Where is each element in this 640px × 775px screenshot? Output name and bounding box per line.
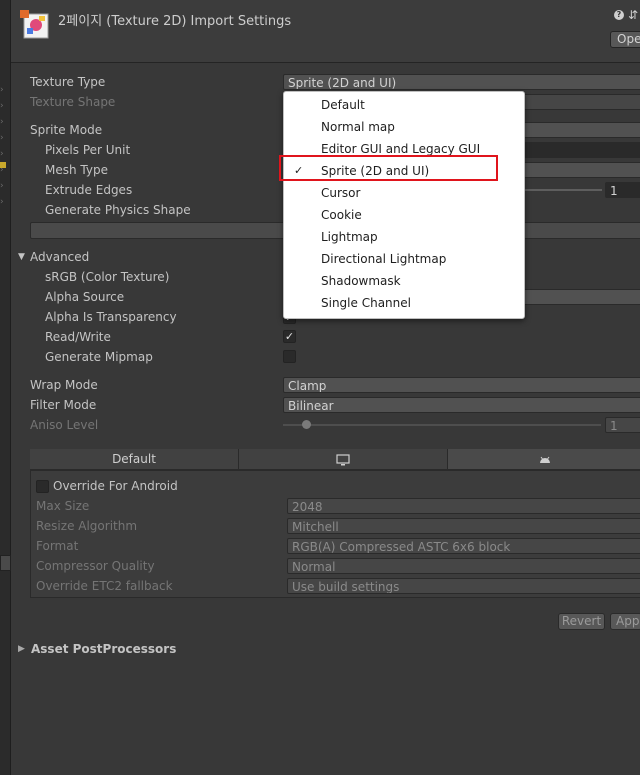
texture-type-label: Texture Type — [30, 75, 106, 89]
alpha-source-label: Alpha Source — [45, 290, 125, 304]
hierarchy-arrows: › › › › › › › › — [0, 85, 4, 207]
advanced-foldout-label[interactable]: Advanced — [30, 250, 89, 264]
override-for-android-checkbox[interactable] — [36, 480, 49, 493]
texture-shape-label: Texture Shape — [30, 95, 116, 109]
scrollbar-thumb[interactable] — [0, 555, 11, 571]
filter-mode-dropdown[interactable]: Bilinear — [283, 397, 640, 413]
texture-type-value: Sprite (2D and UI) — [288, 76, 397, 90]
max-size-label: Max Size — [36, 499, 90, 513]
aniso-level-slider-handle — [302, 420, 311, 429]
read-write-checkbox[interactable]: ✓ — [283, 330, 296, 343]
override-for-android-label: Override For Android — [53, 479, 178, 493]
compressor-quality-value: Normal — [292, 560, 336, 574]
generate-mipmap-label: Generate Mipmap — [45, 350, 153, 364]
menu-item-shadowmask[interactable]: Shadowmask — [321, 274, 401, 288]
resize-algorithm-value: Mitchell — [292, 520, 339, 534]
aniso-level-input: 1 — [605, 417, 640, 433]
read-write-label: Read/Write — [45, 330, 111, 344]
format-label: Format — [36, 539, 79, 553]
open-button-label: Ope — [617, 32, 640, 46]
tab-android[interactable] — [448, 449, 640, 469]
platform-tabs: Default — [30, 449, 640, 470]
max-size-value: 2048 — [292, 500, 323, 514]
advanced-foldout-arrow-icon[interactable]: ▼ — [18, 252, 25, 262]
aniso-level-slider-track — [283, 424, 601, 426]
android-platform-settings: Override For Android Max Size 2048 Resiz… — [30, 470, 640, 598]
aniso-level-label: Aniso Level — [30, 418, 99, 432]
mesh-type-label: Mesh Type — [45, 163, 108, 177]
filter-mode-label: Filter Mode — [30, 398, 97, 412]
format-dropdown: RGB(A) Compressed ASTC 6x6 block — [287, 538, 640, 554]
menu-item-cursor[interactable]: Cursor — [321, 186, 360, 200]
menu-item-normal-map[interactable]: Normal map — [321, 120, 395, 134]
compressor-quality-dropdown: Normal — [287, 558, 640, 574]
override-etc2-dropdown: Use build settings — [287, 578, 640, 594]
texture-type-dropdown-menu: Default Normal map Editor GUI and Legacy… — [283, 91, 525, 319]
tab-default[interactable]: Default — [30, 449, 239, 469]
resize-algorithm-label: Resize Algorithm — [36, 519, 138, 533]
filter-mode-value: Bilinear — [288, 399, 334, 413]
folder-icon — [0, 162, 6, 168]
selection-highlight-box — [279, 155, 498, 181]
left-dock-strip: › › › › › › › › — [0, 0, 11, 775]
resize-algorithm-dropdown: Mitchell — [287, 518, 640, 534]
menu-item-default[interactable]: Default — [321, 98, 365, 112]
asset-postprocessors-arrow-icon[interactable]: ▶ — [18, 644, 25, 654]
revert-button[interactable]: Revert — [558, 613, 605, 630]
generate-physics-shape-label: Generate Physics Shape — [45, 203, 191, 217]
override-etc2-value: Use build settings — [292, 580, 400, 594]
generate-mipmap-checkbox[interactable] — [283, 350, 296, 363]
pixels-per-unit-label: Pixels Per Unit — [45, 143, 131, 157]
wrap-mode-value: Clamp — [288, 379, 327, 393]
wrap-mode-label: Wrap Mode — [30, 378, 98, 392]
monitor-icon — [336, 453, 350, 465]
inspector-title: 2페이지 (Texture 2D) Import Settings — [58, 14, 292, 29]
menu-item-editor-gui[interactable]: Editor GUI and Legacy GUI — [321, 142, 480, 156]
format-value: RGB(A) Compressed ASTC 6x6 block — [292, 540, 511, 554]
inspector-header: 2페이지 (Texture 2D) Import Settings ? ⇵ Op… — [11, 0, 640, 63]
override-etc2-label: Override ETC2 fallback — [36, 579, 173, 593]
revert-button-label: Revert — [561, 614, 602, 628]
srgb-label: sRGB (Color Texture) — [45, 270, 170, 284]
android-icon — [540, 456, 550, 463]
extrude-edges-input[interactable]: 1 — [605, 182, 640, 198]
asset-postprocessors-label[interactable]: Asset PostProcessors — [31, 642, 176, 656]
max-size-dropdown: 2048 — [287, 498, 640, 514]
apply-button-label: App — [616, 614, 640, 628]
sprite-mode-label: Sprite Mode — [30, 123, 103, 137]
menu-item-single-channel[interactable]: Single Channel — [321, 296, 411, 310]
tab-default-label: Default — [112, 452, 156, 466]
tab-standalone[interactable] — [239, 449, 448, 469]
open-button[interactable]: Ope — [610, 31, 640, 48]
menu-item-lightmap[interactable]: Lightmap — [321, 230, 378, 244]
menu-item-directional-lightmap[interactable]: Directional Lightmap — [321, 252, 446, 266]
help-icon[interactable]: ? — [614, 10, 624, 20]
menu-item-cookie[interactable]: Cookie — [321, 208, 362, 222]
texture-thumbnail-icon — [19, 8, 53, 42]
texture-type-dropdown[interactable]: Sprite (2D and UI) — [283, 74, 640, 90]
wrap-mode-dropdown[interactable]: Clamp — [283, 377, 640, 393]
compressor-quality-label: Compressor Quality — [36, 559, 155, 573]
extrude-edges-label: Extrude Edges — [45, 183, 133, 197]
extrude-edges-value: 1 — [610, 184, 618, 198]
aniso-level-value: 1 — [610, 419, 618, 433]
settings-sliders-icon[interactable]: ⇵ — [628, 8, 638, 22]
extrude-edges-slider-track[interactable] — [520, 189, 602, 191]
apply-button[interactable]: App — [610, 613, 640, 630]
alpha-is-transparency-label: Alpha Is Transparency — [45, 310, 177, 324]
